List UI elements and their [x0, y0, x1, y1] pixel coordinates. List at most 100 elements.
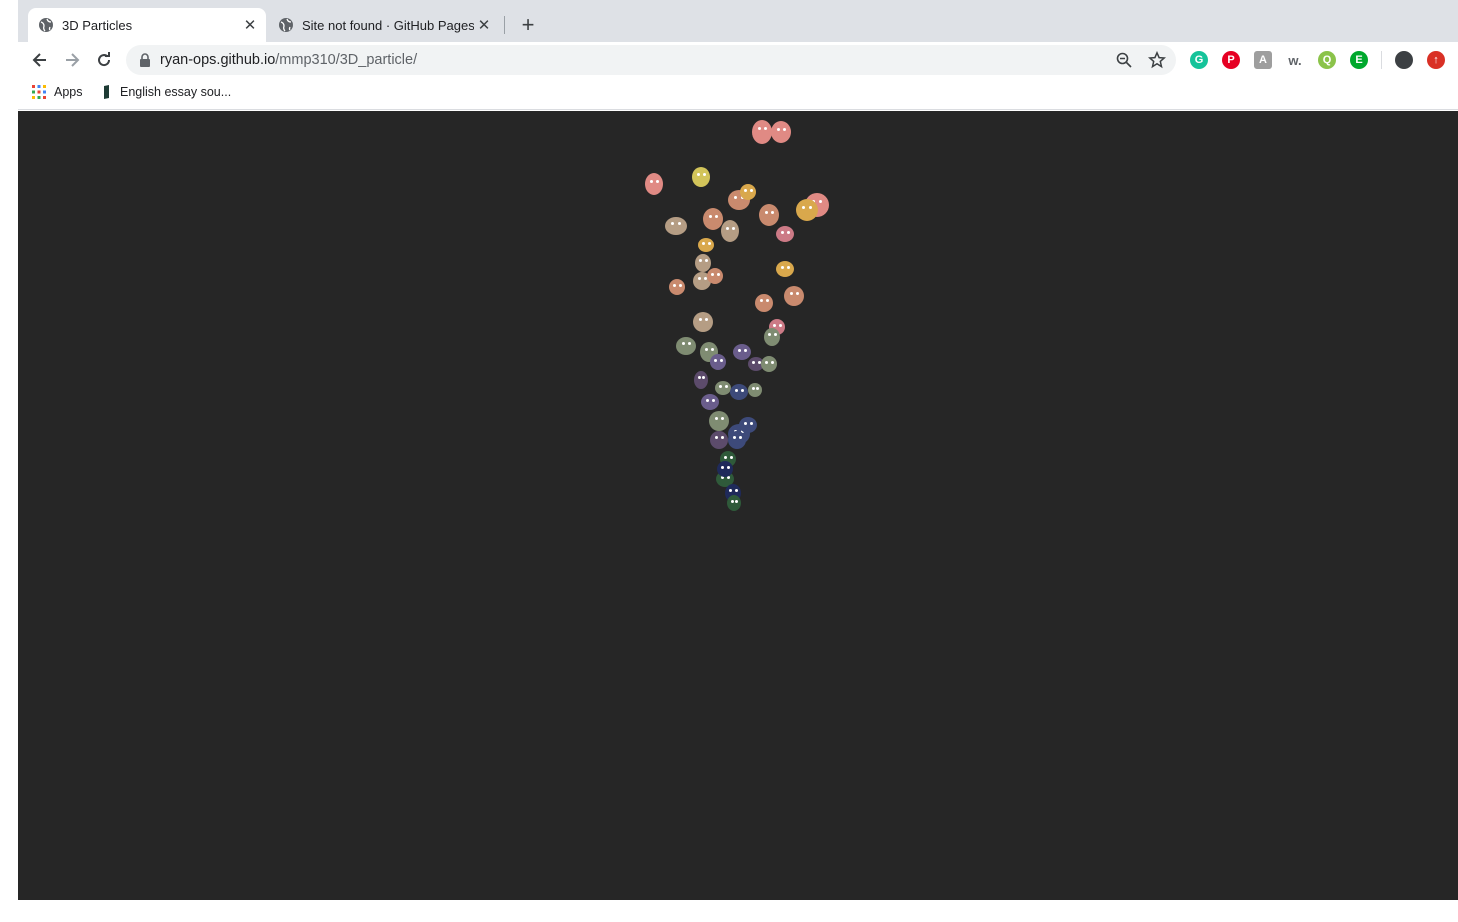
particle-eye [726, 226, 730, 230]
particle-eye [704, 259, 708, 263]
particle-eye [655, 179, 659, 183]
particle-eye [688, 342, 691, 346]
particle-eye [765, 360, 769, 364]
particle-eye [724, 455, 728, 459]
bookmark-favicon [102, 85, 112, 99]
bookmark-star-icon[interactable] [1147, 50, 1167, 74]
particle-eye [771, 210, 774, 214]
particle [759, 204, 779, 226]
extensions-separator [1381, 51, 1382, 69]
particle-eye [757, 127, 761, 131]
particle-eye [708, 214, 712, 218]
particle-eye [744, 421, 748, 425]
particle [764, 328, 780, 346]
particle-eye [714, 417, 718, 420]
particle [698, 238, 714, 252]
particle-eye [711, 272, 715, 276]
particle-eye [726, 465, 730, 469]
particle-eye [789, 292, 793, 295]
forward-button[interactable] [60, 48, 84, 72]
particle-eye [764, 127, 767, 131]
particle-eye [743, 348, 747, 352]
url-host: ryan-ops.github.io [160, 52, 276, 68]
particle-eye [697, 376, 701, 380]
particle-eye [773, 323, 777, 327]
particle-eye [715, 436, 719, 440]
particle-eye [760, 299, 764, 303]
browser-toolbar: ryan-ops.github.io/mmp310/3D_particle/ G… [18, 42, 1458, 78]
particle-eye [770, 360, 774, 364]
particle-eye [735, 388, 739, 392]
particle-eye [706, 398, 710, 402]
particle [771, 121, 791, 143]
tab-strip: 3D Particles ✕ Site not found · GitHub P… [18, 0, 1458, 42]
particle [710, 354, 726, 370]
particle [755, 294, 773, 312]
particle-eye [749, 421, 753, 425]
particle-eye [714, 358, 718, 362]
particle [709, 411, 729, 431]
webgl-canvas[interactable] [18, 111, 1458, 900]
tab-title: Site not found · GitHub Pages [302, 17, 474, 33]
url-path: /mmp310/3D_particle/ [275, 52, 418, 68]
profile-avatar-icon[interactable] [1395, 51, 1413, 69]
evernote-icon[interactable]: E [1350, 51, 1368, 69]
screen-margin-bottom [0, 900, 1458, 922]
particle-eye [735, 499, 739, 503]
particle-eye [786, 230, 790, 234]
particle-eye [730, 499, 734, 503]
bookmarks-bar: Apps English essay sou... [18, 78, 1458, 110]
tab-site-not-found[interactable]: Site not found · GitHub Pages ✕ [268, 8, 500, 42]
particle-eye [650, 179, 654, 183]
close-tab-icon[interactable]: ✕ [474, 15, 494, 35]
particle [728, 431, 746, 449]
particle-eye [756, 387, 760, 391]
update-icon[interactable]: ↑ [1427, 51, 1445, 69]
particle-eye [781, 265, 785, 269]
particle-eye [721, 417, 724, 420]
particle-eye [673, 283, 677, 287]
particle [694, 371, 708, 389]
address-bar[interactable]: ryan-ops.github.io/mmp310/3D_particle/ [126, 45, 1176, 75]
particle-eye [765, 299, 769, 303]
apps-grid-icon [32, 85, 46, 99]
close-tab-icon[interactable]: ✕ [240, 15, 260, 35]
particle [752, 120, 772, 144]
particle-eye [711, 398, 715, 402]
particle-eye [678, 222, 682, 226]
particle-eye [705, 348, 709, 351]
particle-eye [702, 242, 706, 246]
particle [707, 268, 723, 284]
particle-eye [702, 173, 706, 176]
particle [693, 312, 713, 332]
tab-3d-particles[interactable]: 3D Particles ✕ [28, 8, 266, 42]
particle-eye [781, 230, 785, 234]
particle-eye [729, 455, 733, 459]
particle [692, 167, 710, 187]
back-button[interactable] [28, 48, 52, 72]
translate-icon[interactable]: A [1254, 51, 1272, 69]
particle-eye [705, 318, 708, 321]
new-tab-button[interactable]: + [516, 12, 540, 37]
particle [776, 261, 794, 277]
pinterest-icon[interactable]: P [1222, 51, 1240, 69]
zoom-icon[interactable] [1116, 52, 1132, 73]
particle-eye [729, 489, 733, 493]
particle-eye [671, 222, 675, 226]
wordtune-icon[interactable]: w. [1286, 51, 1304, 69]
particle-eye [776, 127, 780, 131]
particle-eye [720, 436, 724, 440]
particle-eye [764, 210, 768, 214]
bookmark-apps[interactable]: Apps [32, 85, 83, 99]
particle-eye [699, 259, 703, 263]
particle [733, 344, 751, 360]
grammarly-icon[interactable]: G [1190, 51, 1208, 69]
particle-eye [773, 333, 777, 337]
particle [703, 208, 723, 230]
reload-button[interactable] [92, 48, 116, 72]
tab-separator [504, 16, 505, 34]
bookmark-english-essay[interactable]: English essay sou... [102, 85, 231, 99]
quip-icon[interactable]: Q [1318, 51, 1336, 69]
particle [796, 199, 818, 221]
particle-eye [698, 277, 702, 281]
